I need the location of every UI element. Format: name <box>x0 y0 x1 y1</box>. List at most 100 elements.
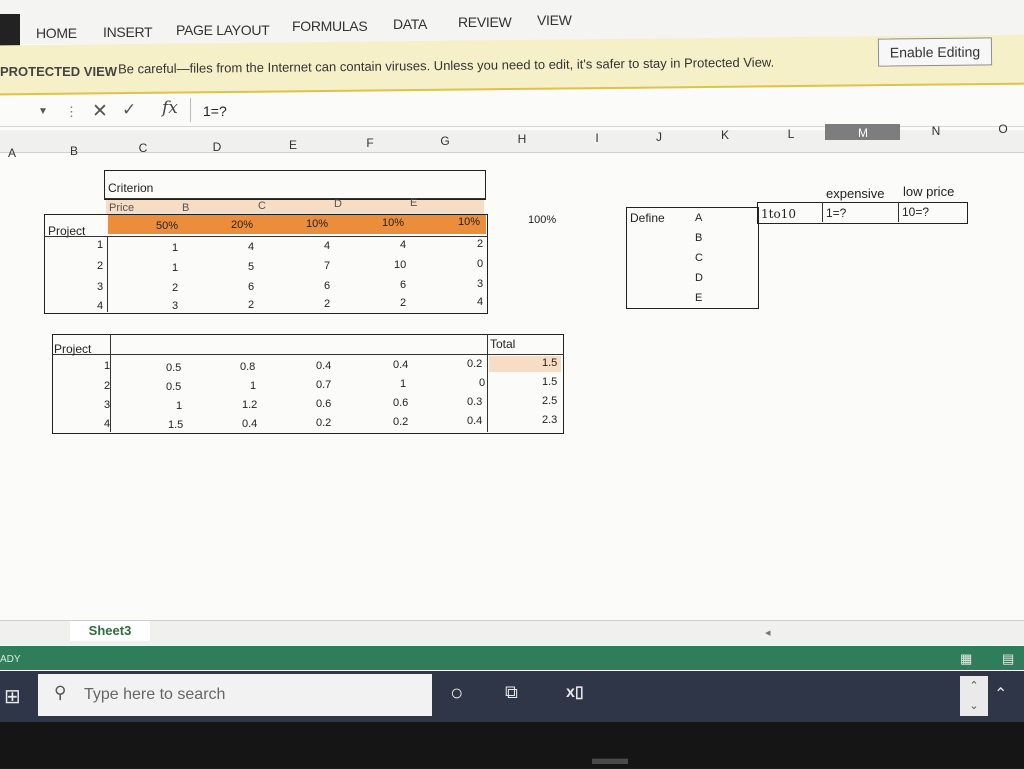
t2-r1-total[interactable]: 1.5 <box>542 357 557 369</box>
criterion-e[interactable]: E <box>410 197 417 209</box>
define-item-d[interactable]: D <box>695 272 703 284</box>
define-item-b[interactable]: B <box>695 232 702 244</box>
define-item-c[interactable]: C <box>695 252 703 264</box>
tab-page-layout[interactable]: PAGE LAYOUT <box>176 22 270 38</box>
t1-r1-d[interactable]: 4 <box>400 239 406 251</box>
normal-view-icon[interactable]: ▦ <box>960 651 972 667</box>
t2-r1-c1[interactable]: 0.5 <box>166 362 181 374</box>
t1-r4-c[interactable]: 2 <box>324 298 330 310</box>
t2-r1-c3[interactable]: 0.4 <box>316 360 331 372</box>
column-header-d[interactable]: D <box>210 140 224 154</box>
task-view-icon[interactable]: ⧉ <box>505 682 518 703</box>
t2-r3-c2[interactable]: 1.2 <box>242 399 257 411</box>
t2-r4-c1[interactable]: 1.5 <box>168 419 183 431</box>
scale-label[interactable]: 1to10 <box>761 207 796 221</box>
t1-r1-e[interactable]: 2 <box>477 238 483 250</box>
define-item-e[interactable]: E <box>695 292 702 304</box>
criterion-d[interactable]: D <box>334 198 342 210</box>
low-price-label[interactable]: low price <box>903 184 954 199</box>
column-header-n[interactable]: N <box>929 124 943 138</box>
tab-formulas[interactable]: FORMULAS <box>292 18 368 34</box>
column-header-h[interactable]: H <box>515 132 529 146</box>
enter-check-icon[interactable]: ✓ <box>122 100 136 120</box>
t1-r4-price[interactable]: 3 <box>172 300 178 312</box>
t2-r3-c4[interactable]: 0.6 <box>393 397 408 409</box>
t2-r4-c5[interactable]: 0.4 <box>467 415 482 427</box>
t2-r1-c4[interactable]: 0.4 <box>393 359 408 371</box>
windows-start-icon[interactable]: ⊞ <box>4 684 21 709</box>
criterion-title[interactable]: Criterion <box>108 181 153 195</box>
cortana-icon[interactable]: ○ <box>450 680 463 706</box>
formula-bar-handle-icon[interactable]: ⋮ <box>65 104 78 120</box>
t1-r2-price[interactable]: 1 <box>172 262 178 274</box>
weighted-project-header[interactable]: Project <box>54 342 91 356</box>
formula-input[interactable]: 1=? <box>203 103 227 119</box>
t2-r2-c3[interactable]: 0.7 <box>316 379 331 391</box>
criterion-b[interactable]: B <box>182 202 189 214</box>
column-header-c[interactable]: C <box>136 141 150 155</box>
column-header-k[interactable]: K <box>718 128 732 142</box>
t2-project-id-4[interactable]: 4 <box>104 418 110 430</box>
weight-c[interactable]: 10% <box>306 218 328 230</box>
column-header-l[interactable]: L <box>784 127 798 141</box>
t2-r4-c4[interactable]: 0.2 <box>393 416 408 428</box>
project-id-1[interactable]: 1 <box>97 239 103 251</box>
t2-r1-c5[interactable]: 0.2 <box>467 358 482 370</box>
column-header-b[interactable]: B <box>64 144 84 158</box>
excel-taskbar-icon[interactable]: x▯ <box>566 682 584 702</box>
criterion-c[interactable]: C <box>258 200 266 212</box>
t1-r4-d[interactable]: 2 <box>400 297 406 309</box>
cancel-icon[interactable]: ✕ <box>92 100 108 123</box>
project-id-2[interactable]: 2 <box>97 260 103 272</box>
t1-r3-b[interactable]: 6 <box>248 281 254 293</box>
t2-r4-c3[interactable]: 0.2 <box>316 417 331 429</box>
project-id-3[interactable]: 3 <box>97 281 103 293</box>
t1-r2-c[interactable]: 7 <box>324 260 330 272</box>
t1-r3-d[interactable]: 6 <box>400 279 406 291</box>
weight-b[interactable]: 20% <box>231 219 253 231</box>
project-id-4[interactable]: 4 <box>97 300 103 312</box>
t2-project-id-1[interactable]: 1 <box>104 360 110 372</box>
column-header-e[interactable]: E <box>286 138 300 152</box>
tab-home[interactable]: HOME <box>36 25 77 41</box>
tab-review[interactable]: REVIEW <box>458 14 512 30</box>
t2-r3-c1[interactable]: 1 <box>176 400 182 412</box>
tab-view[interactable]: VIEW <box>537 12 572 28</box>
taskbar-scroll-icon[interactable]: ⌃ ⌄ <box>960 676 988 716</box>
t2-r2-c1[interactable]: 0.5 <box>166 381 181 393</box>
weight-price[interactable]: 50% <box>156 220 178 232</box>
t2-r3-c3[interactable]: 0.6 <box>316 398 331 410</box>
t2-r4-total[interactable]: 2.3 <box>542 414 557 426</box>
t2-r1-c2[interactable]: 0.8 <box>240 361 255 373</box>
t1-r1-b[interactable]: 4 <box>248 241 254 253</box>
show-hidden-icons-icon[interactable]: ⌃ <box>994 684 1007 704</box>
weight-total[interactable]: 100% <box>528 214 556 226</box>
column-header-a[interactable]: A <box>6 146 18 160</box>
t1-r4-b[interactable]: 2 <box>248 299 254 311</box>
low-price-value[interactable]: 10=? <box>902 205 929 219</box>
enable-editing-button[interactable]: Enable Editing <box>877 37 993 67</box>
t2-r3-total[interactable]: 2.5 <box>542 395 557 407</box>
t1-r4-e[interactable]: 4 <box>477 296 483 308</box>
criterion-price[interactable]: Price <box>109 202 134 214</box>
define-item-a[interactable]: A <box>695 212 702 224</box>
t2-r3-c5[interactable]: 0.3 <box>467 396 482 408</box>
sheet-tab-sheet3[interactable]: Sheet3 <box>70 621 150 641</box>
t1-r2-b[interactable]: 5 <box>248 261 254 273</box>
weight-e[interactable]: 10% <box>458 216 480 228</box>
scroll-left-icon[interactable]: ◂ <box>765 626 771 639</box>
weight-d[interactable]: 10% <box>382 217 404 229</box>
insert-function-icon[interactable]: fx <box>162 98 178 118</box>
tab-insert[interactable]: INSERT <box>103 24 153 40</box>
t2-project-id-2[interactable]: 2 <box>104 380 110 392</box>
column-header-f[interactable]: F <box>363 136 377 150</box>
namebox-dropdown-icon[interactable]: ▼ <box>38 106 48 117</box>
t1-r3-c[interactable]: 6 <box>324 280 330 292</box>
column-header-m[interactable]: M <box>855 126 871 140</box>
t1-r3-e[interactable]: 3 <box>477 278 483 290</box>
expensive-label[interactable]: expensive <box>826 186 885 201</box>
define-label[interactable]: Define <box>630 211 665 225</box>
taskbar-search-input[interactable]: Type here to search <box>84 686 225 704</box>
t1-r1-c[interactable]: 4 <box>324 240 330 252</box>
t1-r3-price[interactable]: 2 <box>172 282 178 294</box>
